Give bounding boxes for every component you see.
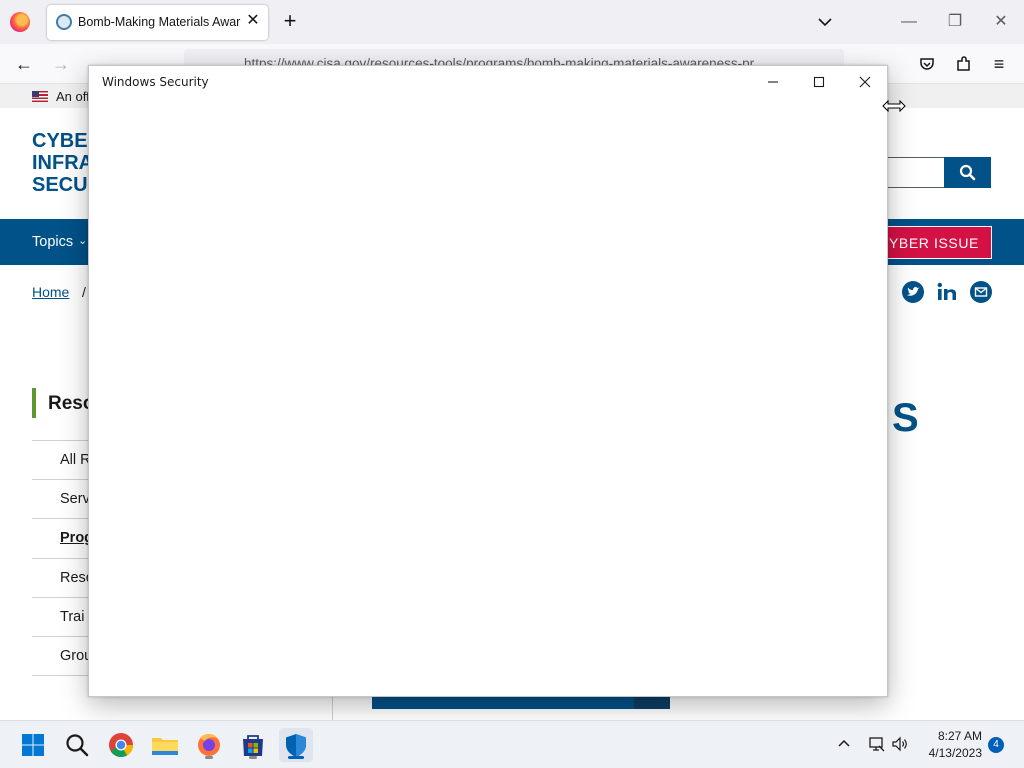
show-hidden-icons-chevron-icon[interactable] [836,735,852,751]
back-arrow-icon[interactable]: ← [13,53,35,75]
logo-line: CYBER [32,130,103,152]
dialog-minimize-button[interactable] [756,70,790,94]
search-icon [959,164,976,181]
window-close-button[interactable]: ✕ [991,12,1011,32]
notification-count-badge[interactable]: 4 [988,737,1004,753]
sidebar-item-training[interactable]: Trai [60,609,84,625]
sidebar-divider [32,518,88,519]
windows-taskbar: 8:27 AM 4/13/2023 4 [0,720,1024,768]
sidebar-divider [32,479,88,480]
resize-horizontal-cursor-icon [882,99,906,113]
browser-tab-bar: Bomb-Making Materials Aware ✕ + — ❐ ✕ [0,0,1024,44]
pocket-icon[interactable] [918,55,936,73]
linkedin-share-icon[interactable] [936,281,958,303]
volume-icon[interactable] [891,735,909,753]
window-restore-button[interactable]: ❐ [945,12,965,32]
new-tab-icon[interactable]: + [280,10,300,32]
twitter-share-icon[interactable] [902,281,924,303]
clock-time[interactable]: 8:27 AM [922,729,982,743]
logo-line: INFRA [32,152,94,174]
breadcrumb-home-link[interactable]: Home [32,284,69,300]
sidebar-divider [32,675,88,676]
running-indicator [249,756,257,759]
page-heading-fragment: S [892,396,919,440]
content-divider [332,697,333,720]
cta-button[interactable] [372,697,670,709]
windows-security-taskbar-button[interactable] [279,728,313,762]
chevron-down-icon: ⌄ [78,235,88,247]
search-icon[interactable] [60,728,94,762]
us-flag-icon [32,91,48,102]
chrome-icon[interactable] [104,728,138,762]
tab-bomb-making-materials[interactable]: Bomb-Making Materials Aware ✕ [47,5,268,40]
email-share-icon[interactable] [970,281,992,303]
windows-security-window[interactable]: Windows Security [88,65,888,697]
logo-line: SECUR [32,174,103,196]
file-explorer-icon[interactable] [148,728,182,762]
running-indicator [205,756,213,759]
sidebar-divider [32,440,88,441]
clock-date[interactable]: 4/13/2023 [916,746,982,760]
sidebar-item-services[interactable]: Serv [60,491,90,507]
tab-close-icon[interactable]: ✕ [244,12,262,30]
window-title: Windows Security [102,75,209,89]
banner-text: An off [56,89,90,104]
sidebar-divider [32,597,88,598]
network-icon[interactable] [868,735,886,753]
cta-arrow-icon [634,697,670,709]
site-search-button[interactable] [944,157,991,188]
firefox-view-icon[interactable] [10,12,30,32]
extensions-puzzle-icon[interactable] [955,55,973,73]
dialog-close-button[interactable] [848,70,882,94]
sidebar-accent-bar [32,388,36,418]
nav-topics[interactable]: Topics [32,234,73,250]
forward-arrow-icon[interactable]: → [50,53,72,75]
window-minimize-button[interactable]: — [899,12,919,32]
breadcrumb-separator: / [82,284,86,300]
store-taskbar-button[interactable] [236,728,270,762]
app-menu-hamburger-icon[interactable]: ≡ [988,53,1010,75]
sidebar-divider [32,636,88,637]
dialog-maximize-button[interactable] [802,70,836,94]
sidebar-divider [32,558,88,559]
cisa-favicon-icon [56,14,72,30]
list-all-tabs-chevron-icon[interactable] [816,13,834,31]
sidebar-item-all-resources[interactable]: All R [60,452,91,468]
cisa-logo[interactable]: CYBER INFRA SECUR [32,130,103,196]
tab-title: Bomb-Making Materials Aware [78,15,241,29]
active-indicator [288,756,304,759]
start-windows-icon[interactable] [16,728,50,762]
firefox-taskbar-button[interactable] [192,728,226,762]
